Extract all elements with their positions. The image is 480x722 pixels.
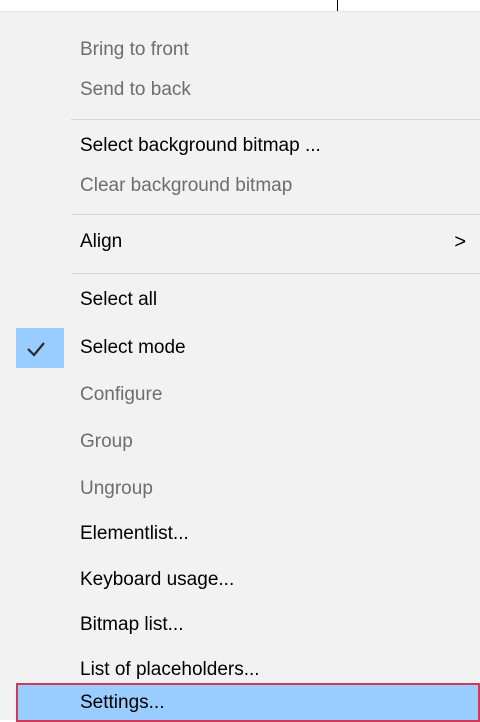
menu-item-configure[interactable]: Configure (0, 375, 480, 415)
menu-item-bitmap-list[interactable]: Bitmap list... (0, 605, 480, 645)
menu-item-label: Keyboard usage... (80, 569, 235, 590)
context-menu: Bring to front Send to back Select backg… (0, 12, 480, 722)
menu-item-label: Send to back (80, 79, 191, 100)
chevron-right-icon: > (454, 231, 466, 253)
menu-item-ungroup[interactable]: Ungroup (0, 469, 480, 509)
menu-item-label: Select background bitmap ... (80, 135, 321, 156)
menu-item-select-all[interactable]: Select all (0, 280, 480, 320)
menu-item-label: Bitmap list... (80, 614, 184, 635)
menu-item-label: Bring to front (80, 39, 189, 60)
menu-item-align[interactable]: Align > (0, 222, 480, 262)
menu-item-settings[interactable]: Settings... (16, 683, 480, 722)
menu-item-label: Elementlist... (80, 523, 189, 544)
menu-item-group[interactable]: Group (0, 422, 480, 462)
menu-item-label: Select mode (80, 337, 186, 358)
cursor-caret (337, 0, 338, 11)
menu-item-select-mode[interactable]: Select mode (0, 328, 480, 368)
menu-item-clear-background-bitmap[interactable]: Clear background bitmap (0, 166, 480, 206)
menu-item-select-background-bitmap[interactable]: Select background bitmap ... (0, 126, 480, 166)
menu-item-label: Clear background bitmap (80, 175, 293, 196)
menu-item-label: Ungroup (80, 478, 153, 499)
menu-item-elementlist[interactable]: Elementlist... (0, 514, 480, 554)
menu-item-keyboard-usage[interactable]: Keyboard usage... (0, 560, 480, 600)
menu-item-label: Select all (80, 289, 158, 310)
menu-separator (71, 214, 480, 215)
menu-separator (71, 119, 480, 120)
menu-item-bring-to-front[interactable]: Bring to front (0, 30, 480, 70)
menu-item-label: Group (80, 431, 133, 452)
menu-item-send-to-back[interactable]: Send to back (0, 70, 480, 110)
menu-separator (71, 273, 480, 274)
menu-item-label: Configure (80, 384, 163, 405)
menu-item-label: Align (80, 231, 123, 252)
checkmark-icon (27, 342, 45, 357)
menu-item-label: Settings... (80, 692, 165, 713)
window-top-edge (0, 0, 480, 12)
